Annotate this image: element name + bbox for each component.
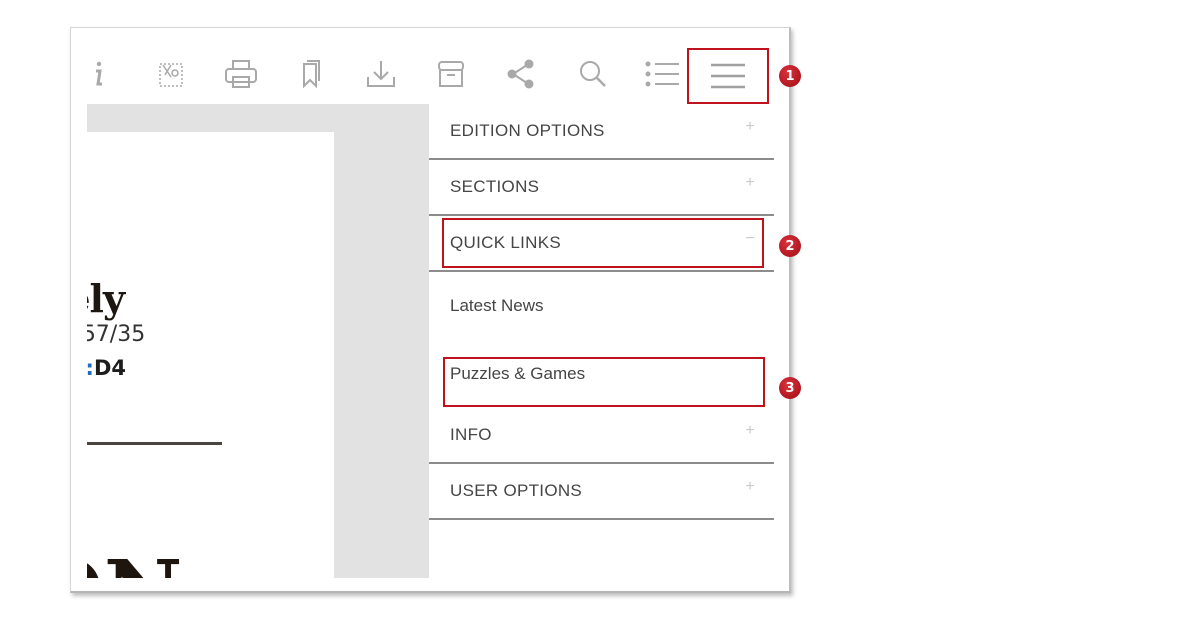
archive-icon[interactable] xyxy=(433,56,469,92)
newspaper-page[interactable]: kely :57/35 AST:D4 ON xyxy=(87,132,334,578)
page-preview-area: kely :57/35 AST:D4 ON xyxy=(87,104,429,578)
hamburger-menu-button[interactable] xyxy=(687,48,769,104)
weather-line: :57/35 xyxy=(87,322,145,347)
menu-item-label: QUICK LINKS xyxy=(450,233,561,252)
link-label: Latest News xyxy=(450,296,544,315)
link-label: Puzzles & Games xyxy=(450,364,586,383)
menu-item-label: INFO xyxy=(450,425,492,444)
print-icon[interactable] xyxy=(223,56,259,92)
forecast-value: D4 xyxy=(93,356,126,380)
plus-icon[interactable]: + xyxy=(744,119,756,135)
forecast-label: AST: xyxy=(87,356,94,380)
plus-icon[interactable]: + xyxy=(744,479,756,495)
plus-icon[interactable]: + xyxy=(744,175,756,191)
toolbar xyxy=(71,28,789,104)
link-latest-news[interactable]: Latest News xyxy=(429,272,774,340)
divider-rule xyxy=(87,442,222,445)
info-icon[interactable] xyxy=(81,56,117,92)
minus-icon[interactable]: − xyxy=(744,231,756,247)
menu-item-info[interactable]: INFO + xyxy=(429,408,774,464)
menu-item-sections[interactable]: SECTIONS + xyxy=(429,160,774,216)
menu-item-label: EDITION OPTIONS xyxy=(450,121,605,140)
hamburger-menu-icon xyxy=(711,63,745,89)
menu-item-user-options[interactable]: USER OPTIONS + xyxy=(429,464,774,520)
forecast-line: AST:D4 xyxy=(87,356,126,380)
link-puzzles-games[interactable]: Puzzles & Games xyxy=(429,340,774,408)
masthead-fragment: ON xyxy=(87,550,183,579)
headline-fragment: kely xyxy=(87,276,125,321)
download-icon[interactable] xyxy=(363,56,399,92)
menu-item-quick-links[interactable]: QUICK LINKS − xyxy=(429,216,774,272)
menu-item-edition-options[interactable]: EDITION OPTIONS + xyxy=(429,104,774,160)
step-badge-2: 2 xyxy=(779,235,801,257)
step-badge-3: 3 xyxy=(779,377,801,399)
plus-icon[interactable]: + xyxy=(744,423,756,439)
clip-icon[interactable] xyxy=(153,56,189,92)
search-icon[interactable] xyxy=(575,56,611,92)
list-icon[interactable] xyxy=(645,56,681,92)
step-badge-1: 1 xyxy=(779,65,801,87)
weather-value: 57/35 xyxy=(87,322,146,347)
menu-item-label: SECTIONS xyxy=(450,177,540,196)
bookmark-icon[interactable] xyxy=(293,56,329,92)
share-icon[interactable] xyxy=(503,56,539,92)
side-menu: EDITION OPTIONS + SECTIONS + QUICK LINKS… xyxy=(429,104,774,584)
menu-item-label: USER OPTIONS xyxy=(450,481,583,500)
reader-window: kely :57/35 AST:D4 ON EDITION OPTIONS + … xyxy=(70,27,791,593)
